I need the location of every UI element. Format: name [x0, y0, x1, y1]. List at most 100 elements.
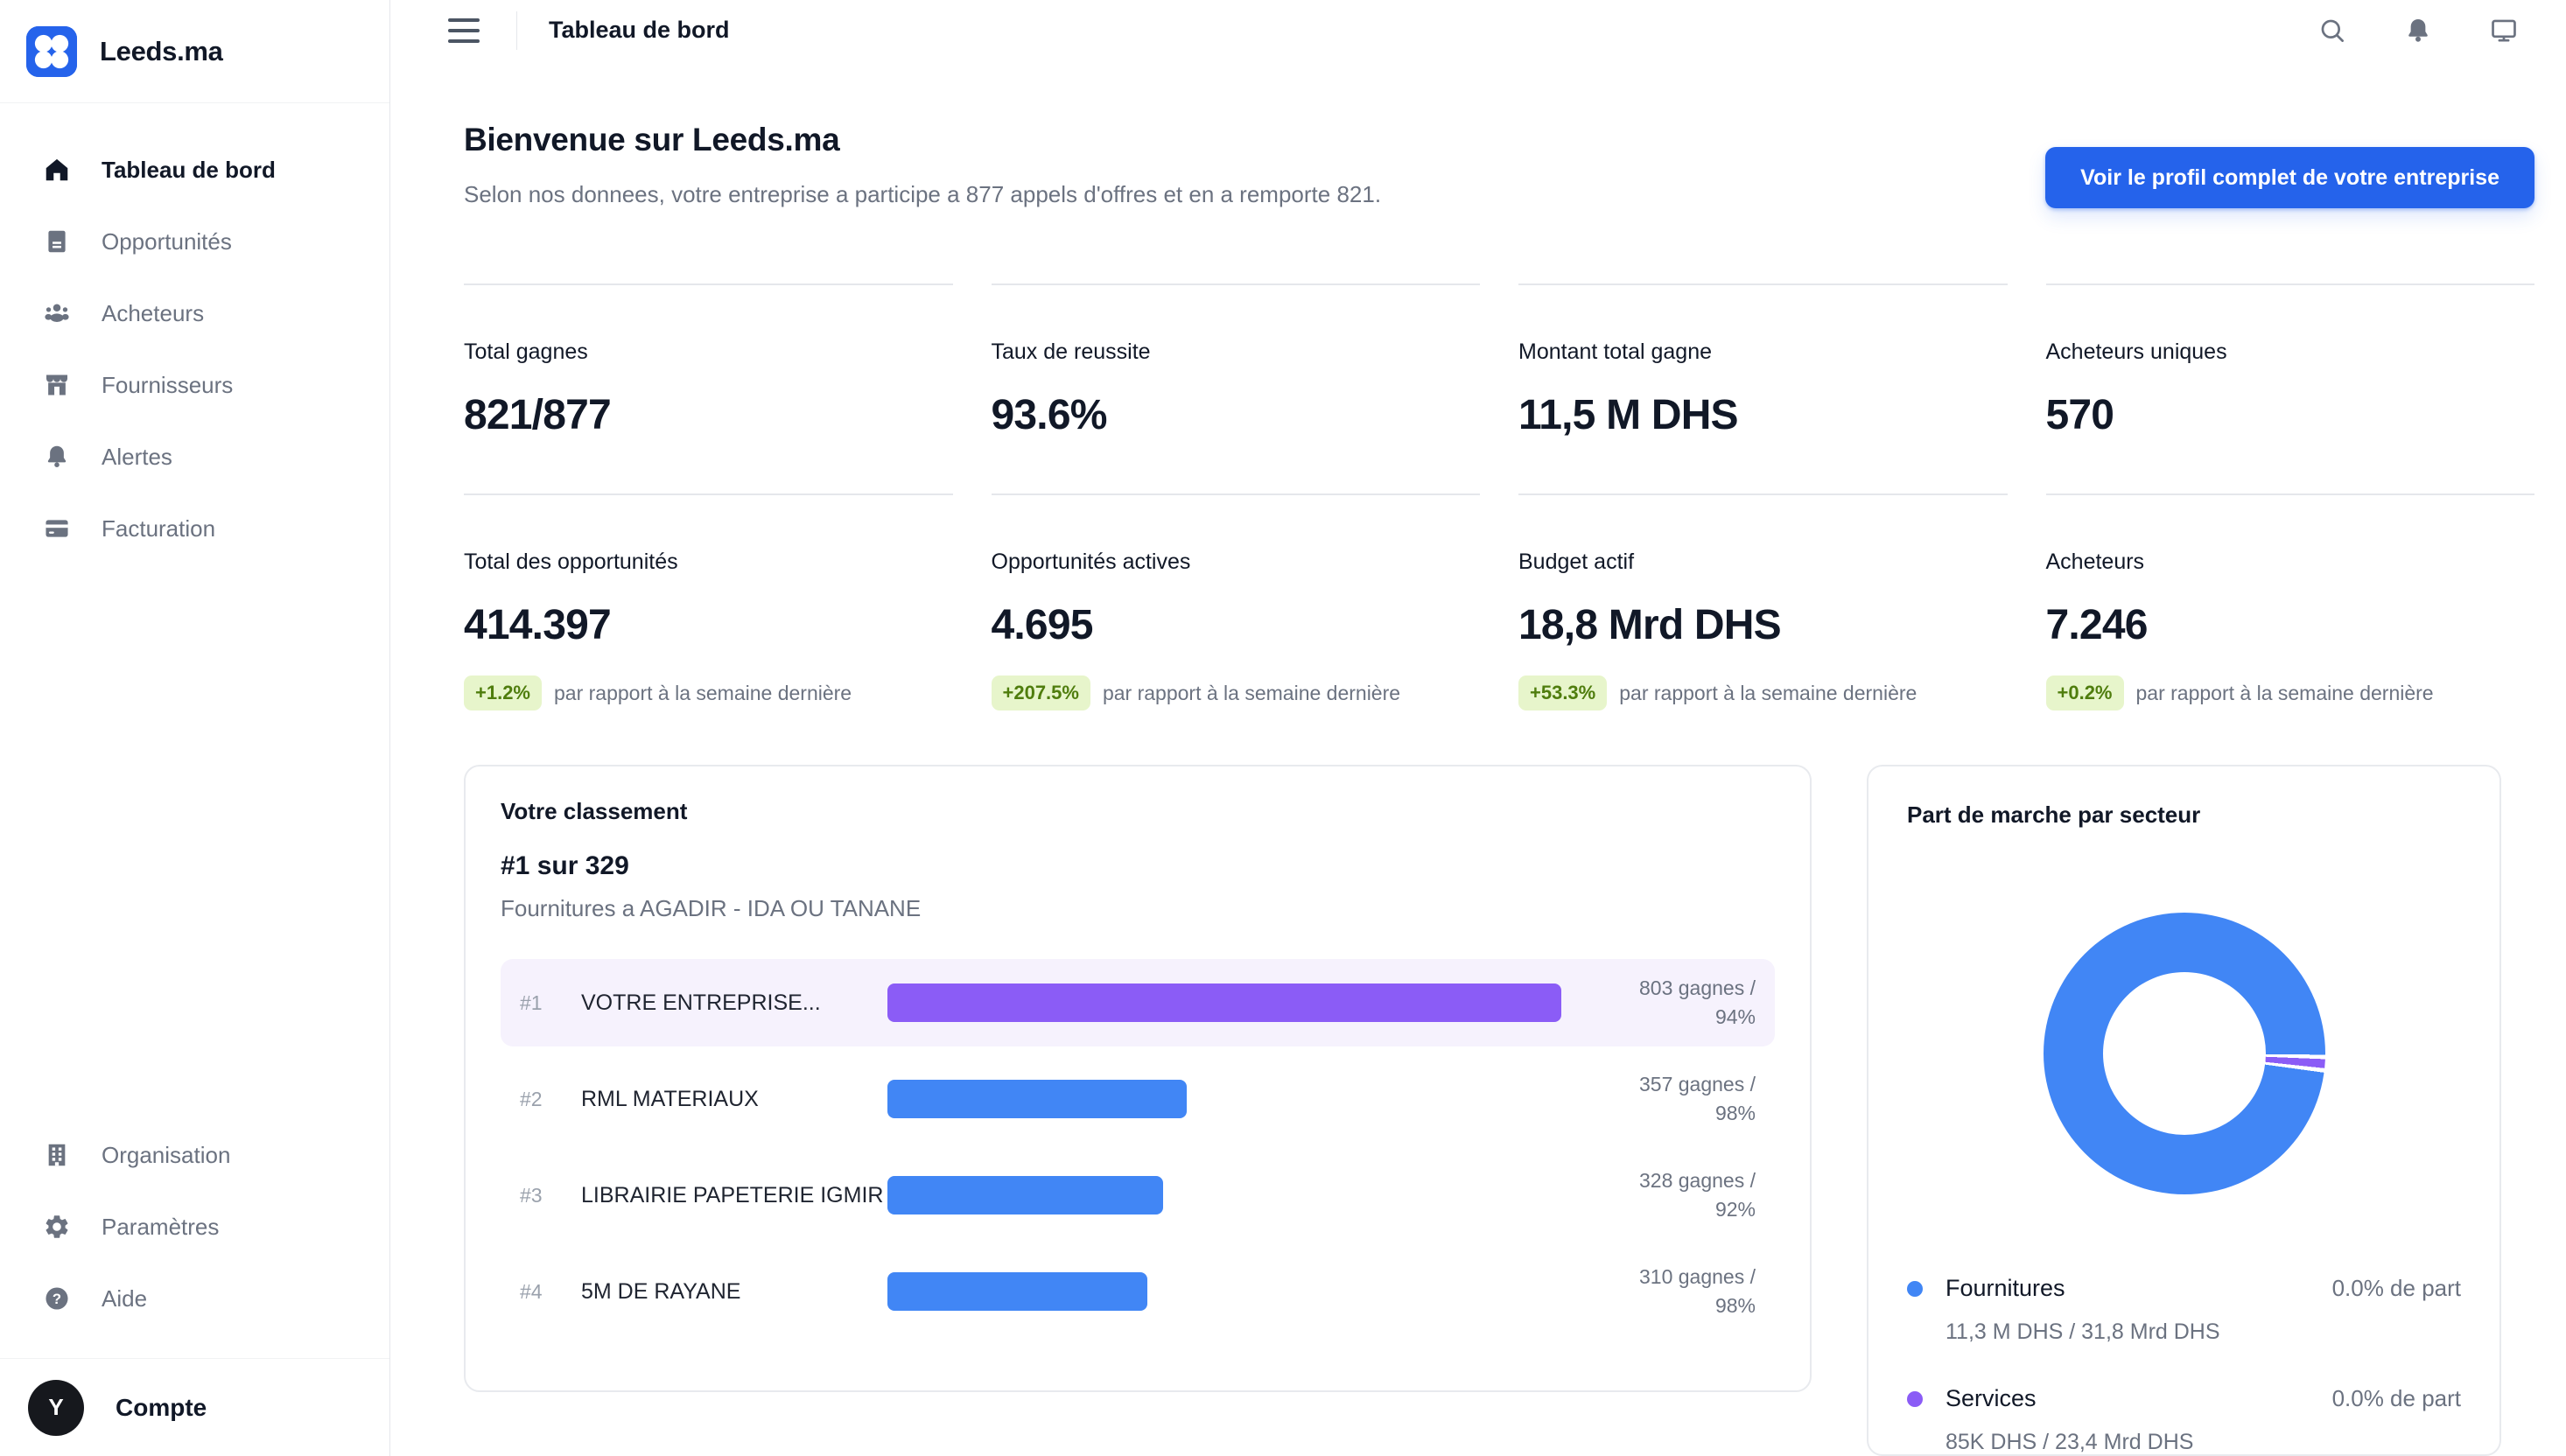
stat-label: Taux de reussite [992, 340, 1481, 365]
rank-number: #1 [520, 991, 581, 1015]
stat-label: Total gagnes [464, 340, 953, 365]
stat-card: Budget actif18,8 Mrd DHS+53.3%par rappor… [1518, 495, 2008, 721]
ranking-row: #2RML MATERIAUX357 gagnes / 98% [501, 1055, 1775, 1143]
main-area: Tableau de bord [390, 0, 2566, 1456]
stat-change-caption: par rapport à la semaine dernière [554, 682, 852, 705]
store-icon [42, 370, 72, 400]
sidebar-nav: Tableau de bord Opportunités Acheteurs Four… [0, 103, 389, 555]
bell-icon [42, 442, 72, 472]
rank-bar-track [887, 984, 1602, 1022]
account-row[interactable]: Y Compte [0, 1358, 389, 1456]
page-title: Tableau de bord [549, 17, 730, 44]
sidebar-item-param-tres[interactable]: Paramètres [30, 1200, 368, 1253]
stat-change-caption: par rapport à la semaine dernière [1619, 682, 1917, 705]
legend-row: Fournitures 0.0% de part [1907, 1275, 2461, 1302]
rank-bar-track [887, 1176, 1602, 1214]
users-icon [42, 298, 72, 328]
gear-icon [42, 1212, 72, 1242]
sidebar-item-label: Fournisseurs [102, 372, 233, 399]
legend-name: Fournitures [1946, 1275, 2065, 1302]
sidebar: Leeds.ma Tableau de bord Opportunités Ache… [0, 0, 390, 1456]
brand-name: Leeds.ma [100, 36, 223, 67]
rank-company-name: LIBRAIRIE PAPETERIE IGMIR [581, 1183, 887, 1208]
clover-icon [26, 26, 77, 77]
building-icon [42, 1140, 72, 1170]
menu-icon[interactable] [448, 18, 480, 43]
ranking-position: #1 sur 329 [501, 851, 1775, 881]
legend-dot-icon [1907, 1281, 1923, 1297]
stat-card: Acheteurs uniques 570 [2046, 284, 2535, 495]
market-donut-chart [2044, 913, 2325, 1194]
ranking-panel: Votre classement #1 sur 329 Fournitures … [464, 765, 1812, 1392]
stat-change-caption: par rapport à la semaine dernière [2136, 682, 2434, 705]
stat-change-caption: par rapport à la semaine dernière [1103, 682, 1400, 705]
sidebar-item-label: Organisation [102, 1142, 230, 1169]
sidebar-item-facturation[interactable]: Facturation [30, 502, 368, 555]
stat-card: Opportunités actives4.695+207.5%par rapp… [992, 495, 1481, 721]
sidebar-footer-nav: Organisation Paramètres ?Aide [0, 1129, 389, 1358]
ranking-rows: #1VOTRE ENTREPRISE... 803 gagnes / 94% #2R… [501, 959, 1775, 1335]
rank-number: #4 [520, 1280, 581, 1304]
monitor-icon[interactable] [2487, 14, 2520, 47]
sidebar-item-aide[interactable]: ?Aide [30, 1272, 368, 1325]
sidebar-item-tableau-de-bord[interactable]: Tableau de bord [30, 144, 368, 196]
dashboard-app: Leeds.ma Tableau de bord Opportunités Ache… [0, 0, 2566, 1456]
stat-label: Acheteurs [2046, 550, 2535, 575]
legend-row: Services0.0% de part [1907, 1385, 2461, 1412]
market-share-panel: Part de marche par secteur Fournitures 0.… [1867, 765, 2501, 1456]
ranking-row: #1VOTRE ENTREPRISE... 803 gagnes / 94% [501, 959, 1775, 1046]
panels-row: Votre classement #1 sur 329 Fournitures … [464, 765, 2534, 1456]
bell-icon[interactable] [2401, 14, 2435, 47]
sidebar-item-label: Opportunités [102, 228, 232, 256]
search-icon[interactable] [2316, 14, 2349, 47]
rank-bar [887, 984, 1561, 1022]
sidebar-item-acheteurs[interactable]: Acheteurs [30, 287, 368, 340]
sidebar-item-fournisseurs[interactable]: Fournisseurs [30, 359, 368, 411]
stat-value: 821/877 [464, 391, 953, 439]
market-title: Part de marche par secteur [1907, 802, 2461, 829]
stat-card: Taux de reussite93.6% [992, 284, 1481, 495]
market-legend: Fournitures 0.0% de part 11,3 M DHS / 31,8… [1907, 1275, 2461, 1455]
topbar-divider [516, 11, 517, 50]
view-profile-button[interactable]: Voir le profil complet de votre entrepri… [2045, 147, 2534, 208]
legend-amounts: 85K DHS / 23,4 Mrd DHS [1907, 1430, 2461, 1455]
sidebar-item-organisation[interactable]: Organisation [30, 1129, 368, 1181]
stat-value: 18,8 Mrd DHS [1518, 601, 2008, 649]
sidebar-item-opportunit-s[interactable]: Opportunités [30, 215, 368, 268]
legend-share: 0.0% de part [2332, 1275, 2461, 1302]
rank-company-name: VOTRE ENTREPRISE... [581, 990, 887, 1016]
stat-card: Total des opportunités414.397+1.2%par ra… [464, 495, 953, 721]
stat-value: 570 [2046, 391, 2535, 439]
stat-change-row: +1.2% par rapport à la semaine dernière [464, 676, 953, 710]
welcome-subtitle: Selon nos donnees, votre entreprise a pa… [464, 181, 1381, 208]
welcome-section: Bienvenue sur Leeds.ma Selon nos donnees… [464, 122, 2534, 208]
home-icon [42, 155, 72, 185]
stat-change-row: +0.2%par rapport à la semaine dernière [2046, 676, 2535, 710]
stat-change-badge: +1.2% [464, 676, 542, 710]
content: Bienvenue sur Leeds.ma Selon nos donnees… [390, 60, 2566, 1456]
stat-change-row: +207.5%par rapport à la semaine dernière [992, 676, 1481, 710]
ranking-row: #45M DE RAYANE310 gagnes / 98% [501, 1248, 1775, 1335]
rank-value: 803 gagnes / 94% [1602, 974, 1756, 1032]
stat-value: 7.246 [2046, 601, 2535, 649]
sidebar-item-alertes[interactable]: Alertes [30, 430, 368, 483]
stats-grid: Total gagnes 821/877 Taux de reussite93.6%… [464, 284, 2534, 721]
ranking-row: #3LIBRAIRIE PAPETERIE IGMIR328 gagnes / … [501, 1152, 1775, 1239]
stat-label: Budget actif [1518, 550, 2008, 575]
legend-amounts: 11,3 M DHS / 31,8 Mrd DHS [1907, 1320, 2461, 1345]
stat-label: Montant total gagne [1518, 340, 2008, 365]
ranking-title: Votre classement [501, 798, 1775, 825]
sidebar-item-label: Acheteurs [102, 300, 204, 327]
avatar: Y [28, 1380, 84, 1436]
rank-value: 357 gagnes / 98% [1602, 1070, 1756, 1129]
document-icon [42, 227, 72, 256]
stat-card: Total gagnes 821/877 [464, 284, 953, 495]
stat-label: Acheteurs uniques [2046, 340, 2535, 365]
topbar-actions [2316, 14, 2520, 47]
stat-label: Opportunités actives [992, 550, 1481, 575]
donut-wrap [1907, 913, 2461, 1194]
brand[interactable]: Leeds.ma [0, 0, 389, 103]
rank-value: 310 gagnes / 98% [1602, 1263, 1756, 1321]
legend-share: 0.0% de part [2332, 1385, 2461, 1412]
donut-hole [2103, 972, 2266, 1135]
